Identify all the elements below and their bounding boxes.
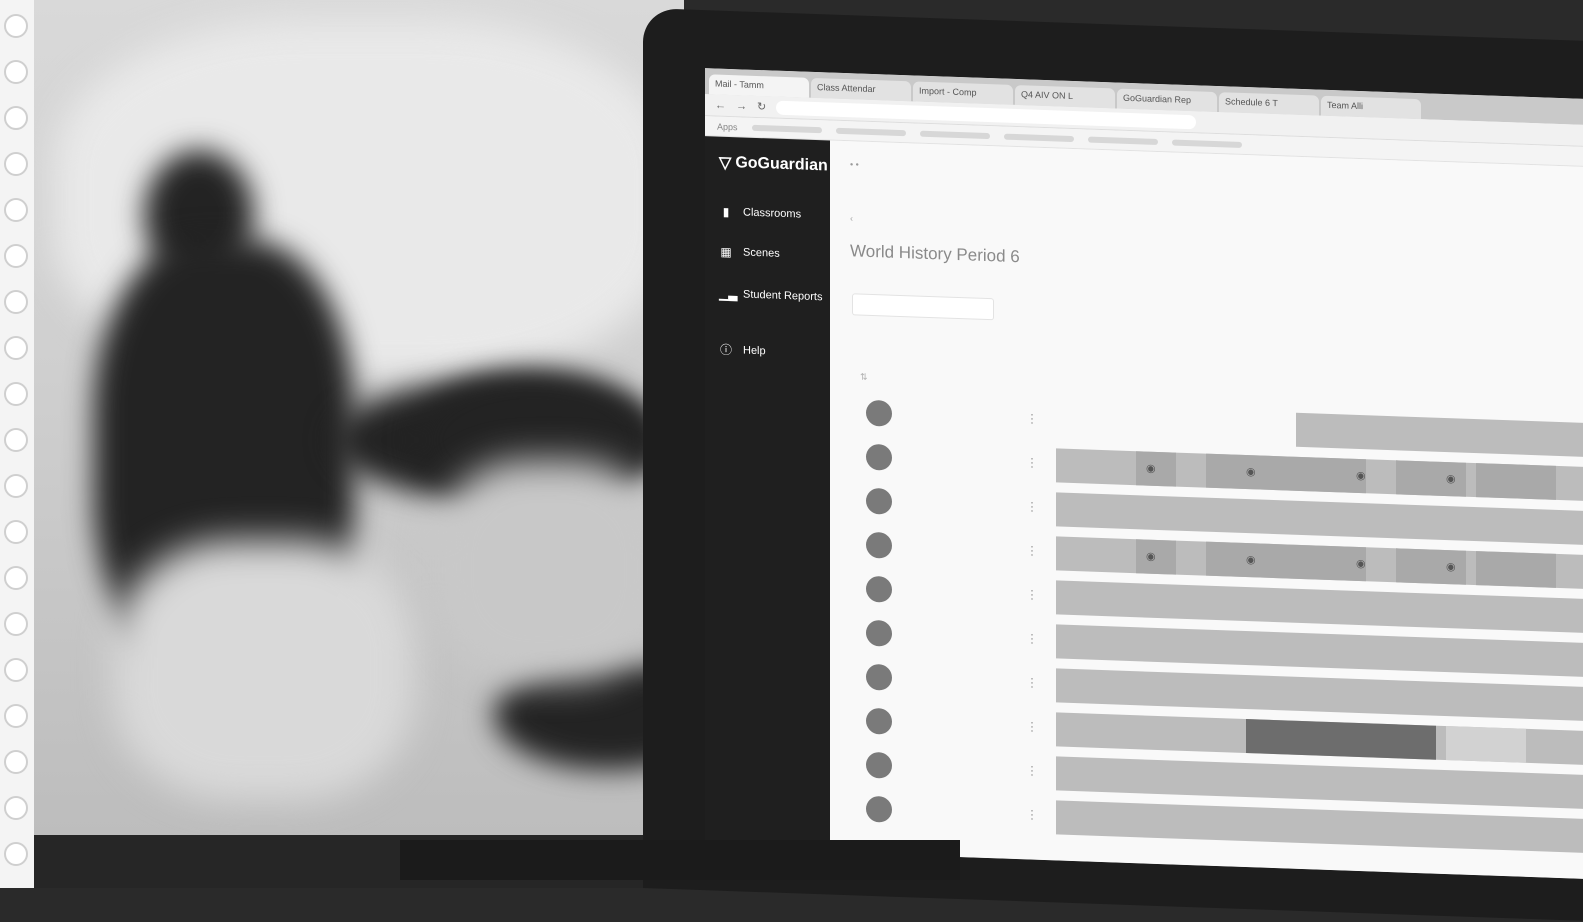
more-options-icon[interactable]: ⋮ — [1026, 807, 1038, 821]
reload-icon[interactable]: ↻ — [757, 100, 766, 113]
avatar — [866, 751, 892, 779]
nav-label: Help — [743, 343, 766, 357]
bookmark[interactable] — [1171, 138, 1242, 148]
more-options-icon[interactable]: ⋮ — [1026, 763, 1038, 777]
view-toggle[interactable] — [852, 293, 994, 321]
avatar — [866, 663, 892, 691]
bookmark[interactable] — [1087, 136, 1158, 145]
binder-ring — [4, 566, 28, 590]
binder-ring — [4, 842, 28, 866]
bookmark[interactable] — [919, 130, 990, 139]
nav-label: Student Reports — [743, 288, 823, 304]
app-sidebar: ▽ GoGuardian ▮ Classrooms ▦ Scenes ▁▃ St… — [705, 136, 830, 861]
avatar — [866, 619, 892, 647]
activity-bar — [1056, 800, 1583, 854]
binder-ring — [4, 152, 28, 176]
forward-icon[interactable]: → — [736, 100, 747, 112]
binder-ring — [4, 704, 28, 728]
avatar — [866, 795, 892, 823]
binder-ring — [4, 612, 28, 636]
nav-label: Classrooms — [743, 206, 802, 221]
binder-ring — [4, 520, 28, 544]
breadcrumb: • • — [850, 159, 859, 170]
more-options-icon[interactable]: ⋮ — [1026, 587, 1038, 601]
bar-chart-icon: ▁▃ — [719, 286, 738, 302]
bookmark[interactable] — [835, 127, 906, 136]
binder-ring — [4, 428, 28, 452]
highlighted-activity[interactable] — [1246, 719, 1436, 760]
more-options-icon[interactable]: ⋮ — [1026, 543, 1038, 557]
avatar — [866, 487, 892, 515]
activity-marker-icon[interactable]: ◉ — [1356, 557, 1366, 570]
goguardian-logo[interactable]: ▽ GoGuardian — [719, 153, 828, 177]
activity-segment[interactable] — [1286, 456, 1366, 494]
binder-ring — [4, 474, 28, 498]
nav-student-reports[interactable]: ▁▃ Student Reports — [719, 287, 823, 305]
apps-bookmark[interactable]: Apps — [717, 121, 738, 132]
binder-ring — [4, 106, 28, 130]
binder-ring — [4, 336, 28, 360]
avatar — [866, 531, 892, 559]
activity-marker-icon[interactable]: ◉ — [1246, 553, 1256, 566]
binder-ring — [4, 382, 28, 406]
main-content: • • ‹ World History Period 6 ⇅ ⋮ ⋮ ◉ ◉ ◉ ◉ ⋮ ⋮ ◉… — [830, 140, 1583, 880]
avatar — [866, 443, 892, 471]
activity-marker-icon[interactable]: ◉ — [1356, 469, 1366, 482]
activity-marker-icon[interactable]: ◉ — [1246, 465, 1256, 478]
more-options-icon[interactable]: ⋮ — [1026, 455, 1038, 469]
calendar-icon: ▦ — [720, 244, 732, 260]
activity-marker-icon[interactable]: ◉ — [1446, 472, 1456, 485]
bookmark[interactable] — [1003, 133, 1074, 142]
nav-label: Scenes — [743, 246, 780, 260]
binder-ring — [4, 14, 28, 38]
logo-text: GoGuardian — [735, 154, 828, 175]
page-title: World History Period 6 — [850, 241, 1020, 267]
monitor: Mail - Tamm Class Attendar Import - Comp Q4… — [643, 8, 1583, 922]
binder-ring — [4, 658, 28, 682]
activity-marker-icon[interactable]: ◉ — [1146, 550, 1156, 563]
binder-ring — [4, 290, 28, 314]
binder-ring — [4, 244, 28, 268]
more-options-icon[interactable]: ⋮ — [1026, 631, 1038, 645]
avatar — [866, 575, 892, 603]
activity-segment[interactable] — [1136, 451, 1176, 487]
binder-rings — [0, 0, 34, 888]
activity-bar — [1296, 412, 1583, 458]
nav-help[interactable]: ⓘ Help — [719, 341, 766, 360]
more-options-icon[interactable]: ⋮ — [1026, 411, 1038, 425]
avatar — [866, 399, 892, 427]
idle-segment — [1446, 726, 1526, 763]
activity-segment[interactable] — [1136, 539, 1176, 575]
binder-ring — [4, 198, 28, 222]
nav-scenes[interactable]: ▦ Scenes — [719, 244, 780, 261]
activity-segment[interactable] — [1476, 551, 1556, 588]
back-link[interactable]: ‹ — [850, 213, 853, 223]
binder-ring — [4, 796, 28, 820]
book-icon: ▮ — [722, 204, 730, 220]
taskbar — [400, 840, 960, 880]
activity-segment[interactable] — [1286, 544, 1366, 582]
bookmark[interactable] — [751, 124, 822, 133]
binder-ring — [4, 60, 28, 84]
screen: Mail - Tamm Class Attendar Import - Comp Q4… — [705, 68, 1583, 880]
activity-marker-icon[interactable]: ◉ — [1446, 560, 1456, 573]
back-icon[interactable]: ← — [715, 99, 726, 111]
question-icon: ⓘ — [719, 342, 732, 358]
binder-ring — [4, 750, 28, 774]
more-options-icon[interactable]: ⋮ — [1026, 675, 1038, 689]
avatar — [866, 707, 892, 735]
shield-icon: ▽ — [719, 154, 732, 173]
blurred-classroom-photo — [34, 0, 684, 835]
more-options-icon[interactable]: ⋮ — [1026, 499, 1038, 513]
activity-segment[interactable] — [1476, 463, 1556, 500]
activity-marker-icon[interactable]: ◉ — [1146, 462, 1156, 475]
nav-classrooms[interactable]: ▮ Classrooms — [719, 205, 801, 222]
more-options-icon[interactable]: ⋮ — [1026, 719, 1038, 733]
sort-control[interactable]: ⇅ — [860, 372, 868, 383]
